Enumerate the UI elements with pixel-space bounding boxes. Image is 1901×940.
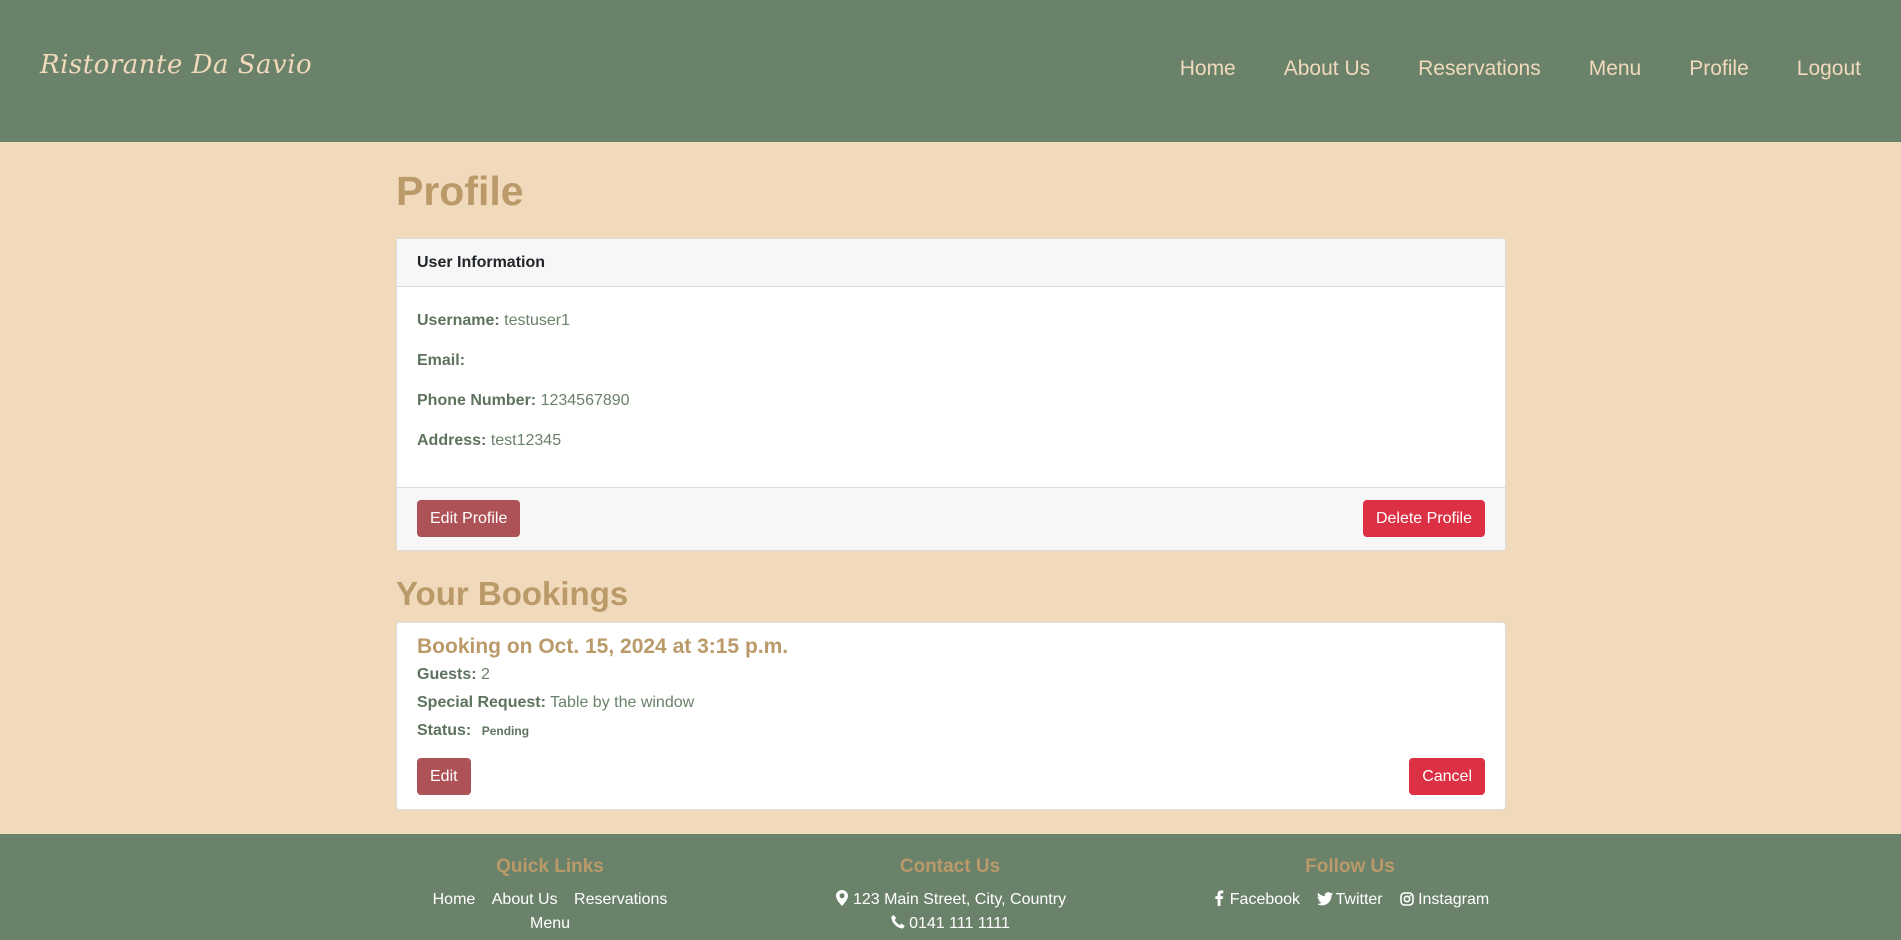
phone-icon: [890, 914, 906, 930]
address-label: Address:: [417, 432, 487, 449]
footer: Quick Links Home About Us Reservations M…: [0, 834, 1901, 940]
page-title: Profile: [396, 168, 524, 214]
status-badge: Pending: [481, 724, 530, 738]
nav-about-us[interactable]: About Us: [1284, 57, 1370, 81]
footer-instagram-link[interactable]: Instagram: [1399, 891, 1489, 908]
user-card-footer: Edit Profile Delete Profile: [397, 487, 1505, 550]
nav-home[interactable]: Home: [1180, 57, 1236, 81]
edit-profile-button[interactable]: Edit Profile: [417, 500, 521, 537]
cancel-booking-button[interactable]: Cancel: [1409, 758, 1485, 795]
footer-link-about-us[interactable]: About Us: [492, 891, 558, 908]
nav-links: Home About Us Reservations Menu Profile …: [1132, 57, 1861, 81]
twitter-label: Twitter: [1335, 891, 1383, 908]
phone-row: Phone Number: 1234567890: [417, 392, 630, 410]
address-value: test12345: [490, 432, 562, 449]
guests-label: Guests:: [417, 666, 477, 683]
phone-value: 1234567890: [540, 392, 630, 409]
footer-link-reservations[interactable]: Reservations: [574, 891, 667, 908]
map-marker-icon: [834, 890, 850, 906]
edit-booking-button[interactable]: Edit: [417, 758, 471, 795]
twitter-icon: [1316, 890, 1333, 906]
special-request-label: Special Request:: [417, 694, 546, 711]
contact-title: Contact Us: [899, 856, 1001, 877]
facebook-label: Facebook: [1229, 891, 1301, 908]
address-row: Address: test12345: [417, 432, 561, 450]
footer-twitter-link[interactable]: Twitter: [1316, 890, 1383, 908]
username-label: Username:: [417, 312, 500, 329]
footer-facebook-link[interactable]: Facebook: [1211, 890, 1301, 908]
phone-label: Phone Number:: [417, 392, 537, 409]
guests-row: Guests: 2: [417, 666, 490, 684]
booking-card: Booking on Oct. 15, 2024 at 3:15 p.m. Gu…: [396, 622, 1506, 810]
footer-contact: Contact Us 123 Main Street, City, Countr…: [750, 856, 1150, 936]
delete-profile-button[interactable]: Delete Profile: [1362, 500, 1485, 537]
instagram-label: Instagram: [1418, 891, 1490, 908]
footer-quick-links: Quick Links Home About Us Reservations M…: [350, 856, 750, 936]
status-label: Status:: [417, 722, 472, 739]
bookings-title: Your Bookings: [396, 575, 629, 612]
username-value: testuser1: [504, 312, 570, 329]
email-label: Email:: [417, 352, 466, 369]
brand-logo[interactable]: Ristorante Da Savio: [40, 50, 312, 80]
footer-phone: 0141 111 1111: [909, 915, 1010, 932]
booking-title: Booking on Oct. 15, 2024 at 3:15 p.m.: [417, 635, 789, 658]
status-row: Status: Pending: [417, 722, 529, 740]
nav-reservations[interactable]: Reservations: [1418, 57, 1541, 81]
navbar: Ristorante Da Savio Home About Us Reserv…: [0, 0, 1901, 142]
facebook-icon: [1211, 890, 1227, 906]
special-request-row: Special Request: Table by the window: [417, 694, 694, 712]
footer-link-menu[interactable]: Menu: [530, 915, 570, 932]
footer-address: 123 Main Street, City, Country: [852, 891, 1067, 908]
nav-logout[interactable]: Logout: [1797, 57, 1861, 81]
special-request-value: Table by the window: [550, 694, 695, 711]
nav-profile[interactable]: Profile: [1689, 57, 1749, 81]
quick-links-title: Quick Links: [496, 856, 604, 877]
guests-value: 2: [481, 666, 490, 683]
user-info-card: User Information Username: testuser1 Ema…: [396, 238, 1506, 551]
follow-title: Follow Us: [1305, 856, 1395, 877]
nav-menu[interactable]: Menu: [1589, 57, 1642, 81]
footer-link-home[interactable]: Home: [433, 891, 476, 908]
instagram-icon: [1399, 890, 1415, 906]
user-info-header: User Information: [397, 239, 1505, 287]
email-row: Email:: [417, 352, 465, 370]
username-row: Username: testuser1: [417, 312, 570, 330]
footer-social: Follow Us Facebook Twitter Instagram: [1150, 856, 1550, 912]
